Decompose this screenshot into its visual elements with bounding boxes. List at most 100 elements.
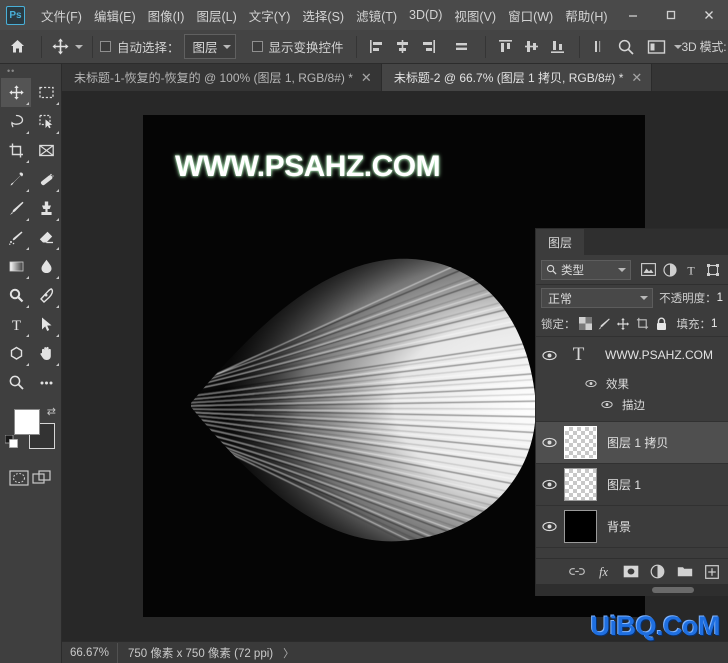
tool-preset-chevron-down-icon[interactable] [75, 44, 83, 49]
layer-visibility-toggle[interactable] [536, 422, 562, 463]
select-and-mask-button[interactable] [614, 35, 638, 59]
polygon-shape-tool[interactable] [1, 339, 31, 368]
foreground-color-swatch[interactable] [14, 409, 40, 435]
doc-tab-untitled-1[interactable]: 未标题-1-恢复的-恢复的 @ 100% (图层 1, RGB/8#) * ✕ [62, 64, 382, 91]
tab-layers[interactable]: 图层 [536, 229, 585, 255]
align-horizontal-centers-button[interactable] [391, 35, 415, 59]
menu-image[interactable]: 图像(I) [142, 3, 191, 28]
menu-select[interactable]: 选择(S) [296, 3, 350, 28]
minimize-button[interactable] [614, 0, 652, 30]
lock-artboard-nesting-icon[interactable] [633, 314, 652, 333]
opacity-value[interactable]: 1 [717, 292, 723, 304]
screen-mode-icon[interactable] [31, 469, 53, 487]
new-layer-button[interactable] [698, 560, 725, 584]
quick-selection-tool[interactable] [31, 107, 61, 136]
history-brush-tool[interactable] [1, 223, 31, 252]
lock-transparent-pixels-icon[interactable] [576, 314, 595, 333]
menu-filter[interactable]: 滤镜(T) [350, 3, 403, 28]
hand-tool[interactable] [31, 339, 61, 368]
align-top-edges-button[interactable] [494, 35, 518, 59]
doc-tab-untitled-2[interactable]: 未标题-2 @ 66.7% (图层 1 拷贝, RGB/8#) * ✕ [381, 64, 653, 91]
effect-stroke-visibility-toggle[interactable] [598, 400, 616, 409]
filter-adjustment-icon[interactable] [660, 260, 680, 280]
filter-kind-dropdown[interactable]: 类型 [541, 259, 631, 280]
link-layers-button[interactable] [563, 560, 590, 584]
layer-row-layer1[interactable]: 图层 1 [536, 464, 728, 506]
layer-thumbnail[interactable] [564, 426, 597, 459]
frame-tool[interactable] [31, 136, 61, 165]
layer-effects-group-row[interactable]: 效果 [536, 373, 728, 394]
menu-file[interactable]: 文件(F) [35, 3, 88, 28]
menu-layer[interactable]: 图层(L) [190, 3, 242, 28]
show-transform-controls-checkbox[interactable] [251, 41, 263, 52]
move-tool[interactable] [1, 78, 31, 107]
align-right-edges-button[interactable] [417, 35, 441, 59]
fill-value[interactable]: 1 [711, 318, 717, 330]
blend-mode-dropdown[interactable]: 正常 [541, 288, 654, 308]
edit-toolbar-button[interactable] [31, 368, 61, 397]
eraser-tool[interactable] [31, 223, 61, 252]
menu-help[interactable]: 帮助(H) [559, 3, 613, 28]
menu-window[interactable]: 窗口(W) [502, 3, 559, 28]
current-tool-button[interactable] [49, 37, 85, 56]
distribute-spacing-button[interactable] [588, 35, 612, 59]
doc-tab-close-icon[interactable]: ✕ [361, 71, 372, 84]
layer-visibility-toggle[interactable] [536, 464, 562, 505]
pen-tool[interactable] [31, 281, 61, 310]
brush-tool[interactable] [1, 194, 31, 223]
gradient-tool[interactable] [1, 252, 31, 281]
filter-shape-icon[interactable] [703, 260, 723, 280]
layer-effect-stroke-row[interactable]: 描边 [536, 394, 728, 415]
rectangular-marquee-tool[interactable] [31, 78, 61, 107]
add-layer-mask-button[interactable] [617, 560, 644, 584]
arrange-documents-button[interactable] [645, 35, 669, 59]
close-button[interactable] [690, 0, 728, 30]
menu-type[interactable]: 文字(Y) [243, 3, 297, 28]
layers-panel-scrollbar[interactable] [536, 584, 728, 596]
layer-row-copy[interactable]: 图层 1 拷贝 [536, 422, 728, 464]
filter-type-icon[interactable]: T [681, 260, 701, 280]
menu-3d[interactable]: 3D(D) [403, 5, 448, 25]
align-vertical-centers-button[interactable] [520, 35, 544, 59]
clone-stamp-tool[interactable] [31, 194, 61, 223]
zoom-level[interactable]: 66.67% [62, 642, 119, 663]
lasso-tool[interactable] [1, 107, 31, 136]
distribute-horizontal-button[interactable] [450, 35, 474, 59]
align-bottom-edges-button[interactable] [546, 35, 570, 59]
maximize-button[interactable] [652, 0, 690, 30]
layer-visibility-toggle[interactable] [536, 506, 562, 547]
layer-row-text[interactable]: T WWW.PSAHZ.COM [536, 337, 728, 373]
tools-panel-grip[interactable]: •• [0, 64, 61, 78]
blur-tool[interactable] [31, 252, 61, 281]
home-button[interactable] [0, 30, 34, 64]
effects-visibility-toggle[interactable] [582, 379, 600, 388]
workspace-chevron-down-icon[interactable] [673, 44, 682, 49]
lock-all-icon[interactable] [652, 314, 671, 333]
menu-edit[interactable]: 编辑(E) [88, 3, 142, 28]
layer-thumbnail[interactable] [564, 510, 597, 543]
menu-view[interactable]: 视图(V) [448, 3, 502, 28]
lock-position-icon[interactable] [614, 314, 633, 333]
align-left-edges-button[interactable] [365, 35, 389, 59]
layer-thumbnail[interactable] [564, 468, 597, 501]
auto-select-checkbox[interactable] [100, 41, 111, 52]
status-expand-arrow-icon[interactable]: 〉 [283, 645, 294, 661]
add-layer-style-button[interactable]: fx [590, 560, 617, 584]
new-group-button[interactable] [671, 560, 698, 584]
layer-row-background[interactable]: 背景 [536, 506, 728, 548]
path-selection-tool[interactable] [31, 310, 61, 339]
crop-tool[interactable] [1, 136, 31, 165]
filter-pixel-icon[interactable] [639, 260, 659, 280]
eyedropper-tool[interactable] [1, 165, 31, 194]
swap-colors-icon[interactable]: ⇄ [47, 405, 56, 418]
lock-image-pixels-icon[interactable] [595, 314, 614, 333]
horizontal-type-tool[interactable]: T [1, 310, 31, 339]
layer-visibility-toggle[interactable] [536, 337, 562, 373]
default-colors-icon[interactable] [5, 435, 18, 448]
new-fill-adjustment-layer-button[interactable] [644, 560, 671, 584]
spot-healing-brush-tool[interactable] [31, 165, 61, 194]
scrollbar-thumb[interactable] [652, 587, 694, 593]
dodge-tool[interactable] [1, 281, 31, 310]
auto-select-scope-dropdown[interactable]: 图层 [183, 34, 236, 59]
zoom-tool[interactable] [1, 368, 31, 397]
